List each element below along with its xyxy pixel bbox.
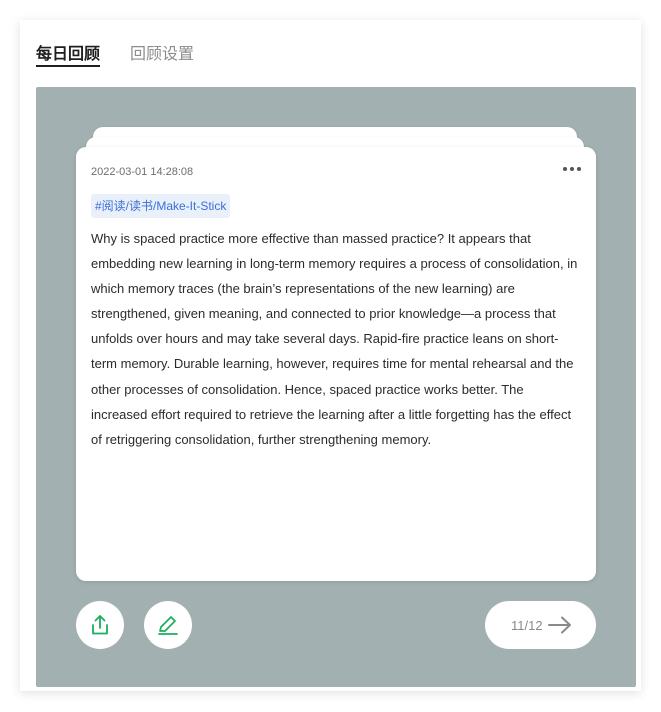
more-dots-icon[interactable] [563,161,581,177]
daily-review-panel: 每日回顾 回顾设置 2022-03-01 14:28:08 #阅读/读书/Mak… [20,20,641,691]
tab-review-settings[interactable]: 回顾设置 [130,40,194,64]
card-body-text: Why is spaced practice more effective th… [91,231,578,447]
active-tab-indicator [36,65,100,67]
card-timestamp: 2022-03-01 14:28:08 [91,166,194,178]
pencil-icon [158,616,178,635]
next-card-button[interactable]: 11/12 [485,601,596,649]
share-icon [92,615,108,635]
card-tag[interactable]: #阅读/读书/Make-It-Stick [91,194,231,218]
page-counter: 11/12 [511,618,543,633]
arrow-right-icon [548,616,571,634]
review-card: 2022-03-01 14:28:08 #阅读/读书/Make-It-Stick… [76,147,596,581]
edit-button[interactable] [144,601,192,649]
share-button[interactable] [76,601,124,649]
tab-daily-review[interactable]: 每日回顾 [36,40,100,64]
review-stage: 2022-03-01 14:28:08 #阅读/读书/Make-It-Stick… [36,87,636,687]
